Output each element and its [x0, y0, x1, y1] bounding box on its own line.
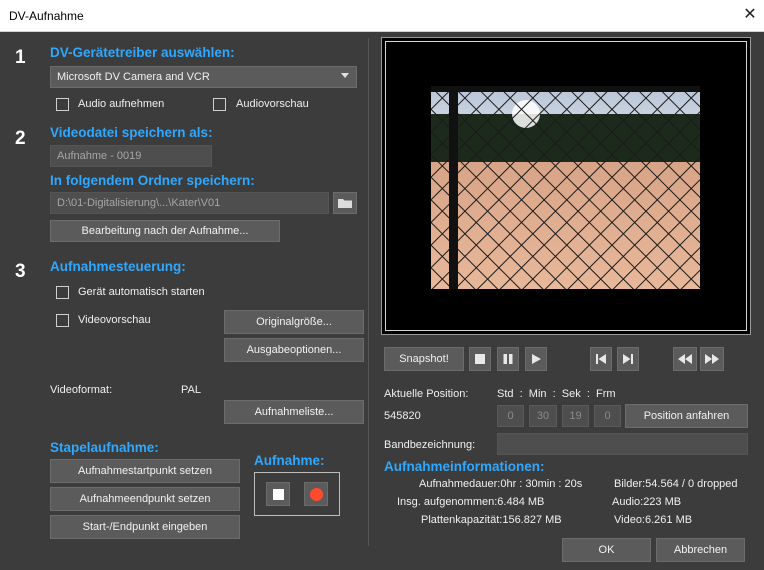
skip-forward-icon	[623, 354, 633, 364]
capture-duration: Aufnahmedauer:0hr : 30min : 20s	[419, 478, 583, 490]
save-as-heading: Videodatei speichern als:	[50, 125, 213, 140]
step-number-1: 1	[15, 47, 26, 68]
record-icon	[309, 487, 323, 501]
current-position-label: Aktuelle Position:	[384, 388, 469, 400]
videoformat-value: PAL	[181, 384, 201, 396]
ok-button[interactable]: OK	[562, 538, 651, 562]
auto-start-checkbox[interactable]	[56, 286, 69, 299]
close-icon[interactable]: ✕	[740, 5, 760, 25]
folder-icon	[338, 199, 352, 208]
audio-preview-label: Audiovorschau	[236, 98, 309, 110]
stop-button[interactable]	[469, 347, 491, 371]
set-start-point-button[interactable]: Aufnahmestartpunkt setzen	[50, 459, 240, 483]
next-button[interactable]	[617, 347, 639, 371]
audio-record-label: Audio aufnehmen	[78, 98, 165, 110]
play-button[interactable]	[525, 347, 547, 371]
stop-capture-button[interactable]	[266, 482, 290, 506]
pause-icon	[503, 354, 513, 364]
set-end-point-button[interactable]: Aufnahmeendpunkt setzen	[50, 487, 240, 511]
snapshot-button[interactable]: Snapshot!	[384, 347, 464, 371]
vertical-divider	[368, 38, 369, 546]
play-icon	[532, 354, 541, 364]
disk-capacity: Plattenkapazität:156.827 MB	[421, 514, 562, 526]
video-preview-label: Videovorschau	[78, 314, 151, 326]
step-number-2: 2	[15, 128, 26, 149]
frames-field[interactable]: 0	[594, 405, 621, 427]
edit-after-capture-button[interactable]: Bearbeitung nach der Aufnahme...	[50, 220, 280, 242]
filename-input[interactable]: Aufnahme - 0019	[50, 145, 212, 167]
record-button[interactable]	[304, 482, 328, 506]
current-position-value: 545820	[384, 410, 421, 422]
chevron-down-icon	[341, 73, 349, 78]
browse-folder-button[interactable]	[333, 192, 357, 214]
previous-button[interactable]	[590, 347, 612, 371]
video-frame-image	[431, 86, 700, 289]
video-preview	[385, 41, 747, 331]
enter-points-button[interactable]: Start-/Endpunkt eingeben	[50, 515, 240, 539]
output-options-button[interactable]: Ausgabeoptionen...	[224, 338, 364, 362]
rewind-button[interactable]	[673, 347, 697, 371]
capture-heading: Aufnahme:	[254, 453, 325, 468]
seconds-field[interactable]: 19	[562, 405, 589, 427]
goto-position-button[interactable]: Position anfahren	[625, 404, 748, 428]
capture-list-button[interactable]: Aufnahmeliste...	[224, 400, 364, 424]
videoformat-label: Videoformat:	[50, 384, 113, 396]
stop-icon	[272, 488, 284, 500]
skip-back-icon	[596, 354, 606, 364]
step-number-3: 3	[15, 261, 26, 282]
cancel-button[interactable]: Abbrechen	[656, 538, 745, 562]
capture-info-heading: Aufnahmeinformationen:	[384, 459, 545, 474]
driver-select-value: Microsoft DV Camera and VCR	[57, 71, 210, 83]
driver-select[interactable]: Microsoft DV Camera and VCR	[50, 66, 357, 88]
folder-heading: In folgendem Ordner speichern:	[50, 173, 255, 188]
tape-name-input[interactable]	[497, 433, 748, 455]
window-title: DV-Aufnahme	[9, 9, 84, 23]
frames-info: Bilder:54.564 / 0 dropped	[614, 478, 738, 490]
video-preview-checkbox[interactable]	[56, 314, 69, 327]
total-captured: Insg. aufgenommen:6.484 MB	[397, 496, 545, 508]
pause-button[interactable]	[497, 347, 519, 371]
original-size-button[interactable]: Originalgröße...	[224, 310, 364, 334]
fast-forward-button[interactable]	[700, 347, 724, 371]
audio-record-checkbox[interactable]	[56, 98, 69, 111]
batch-capture-heading: Stapelaufnahme:	[50, 440, 159, 455]
folder-input[interactable]: D:\01-Digitalisierung\...\Kater\V01	[50, 192, 329, 214]
title-bar: DV-Aufnahme ✕	[0, 0, 764, 32]
minutes-field[interactable]: 30	[529, 405, 557, 427]
driver-heading: DV-Gerätetreiber auswählen:	[50, 45, 235, 60]
hours-field[interactable]: 0	[497, 405, 524, 427]
tape-name-label: Bandbezeichnung:	[384, 439, 476, 451]
video-info: Video:6.261 MB	[614, 514, 693, 526]
timecode-header: Std : Min : Sek : Frm	[497, 388, 616, 400]
stop-icon	[475, 354, 485, 364]
capture-control-heading: Aufnahmesteuerung:	[50, 259, 186, 274]
fast-forward-icon	[705, 354, 719, 364]
rewind-icon	[678, 354, 692, 364]
auto-start-label: Gerät automatisch starten	[78, 286, 205, 298]
audio-preview-checkbox[interactable]	[213, 98, 226, 111]
audio-info: Audio:223 MB	[612, 496, 682, 508]
